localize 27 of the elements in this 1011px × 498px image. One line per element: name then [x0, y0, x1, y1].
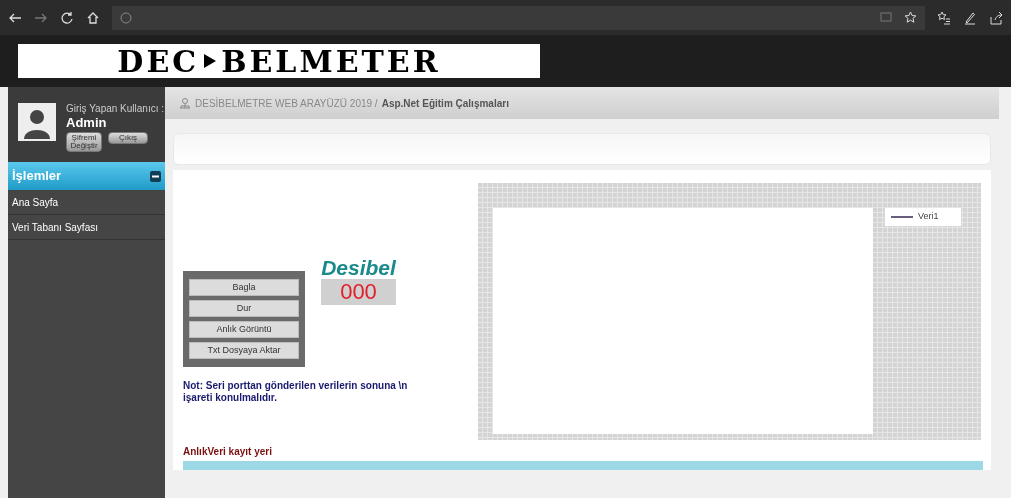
stop-button[interactable]: Dur	[189, 300, 299, 317]
note-text: Not: Seri porttan gönderilen verilerin sonuna \n işareti konulmalıdır.	[183, 380, 409, 404]
user-name: Admin	[66, 115, 108, 130]
chart-legend: Veri1	[885, 208, 961, 226]
meter-value: 000	[321, 279, 396, 305]
home-icon[interactable]	[86, 10, 100, 25]
pen-icon[interactable]	[963, 10, 977, 25]
meter-label: Desibel	[321, 257, 396, 279]
favorites-icon[interactable]	[937, 10, 951, 25]
refresh-icon[interactable]	[60, 10, 74, 25]
breadcrumb-page: Asp.Net Eğitim Çalışmaları	[381, 96, 509, 111]
user-caption: Giriş Yapan Kullanıcı :	[66, 103, 164, 115]
avatar-icon	[18, 103, 56, 141]
log-label: AnlıkVeri kayıt yeri	[183, 445, 273, 459]
snapshot-button[interactable]: Anlık Görüntü	[189, 321, 299, 338]
network-icon	[179, 97, 191, 109]
log-field[interactable]	[183, 461, 983, 470]
info-icon	[120, 11, 132, 24]
logout-button[interactable]: Çıkış	[108, 132, 148, 144]
collapse-icon[interactable]	[150, 170, 161, 182]
star-icon[interactable]	[904, 11, 917, 24]
export-button[interactable]: Txt Dosyaya Aktar	[189, 342, 299, 359]
share-icon[interactable]	[989, 10, 1003, 25]
logo: DEC BELMETER	[18, 44, 540, 78]
change-password-button[interactable]: Şifremi Değiştir	[66, 132, 102, 152]
connect-button[interactable]: Bagla	[189, 279, 299, 296]
legend-line-icon	[891, 216, 913, 218]
